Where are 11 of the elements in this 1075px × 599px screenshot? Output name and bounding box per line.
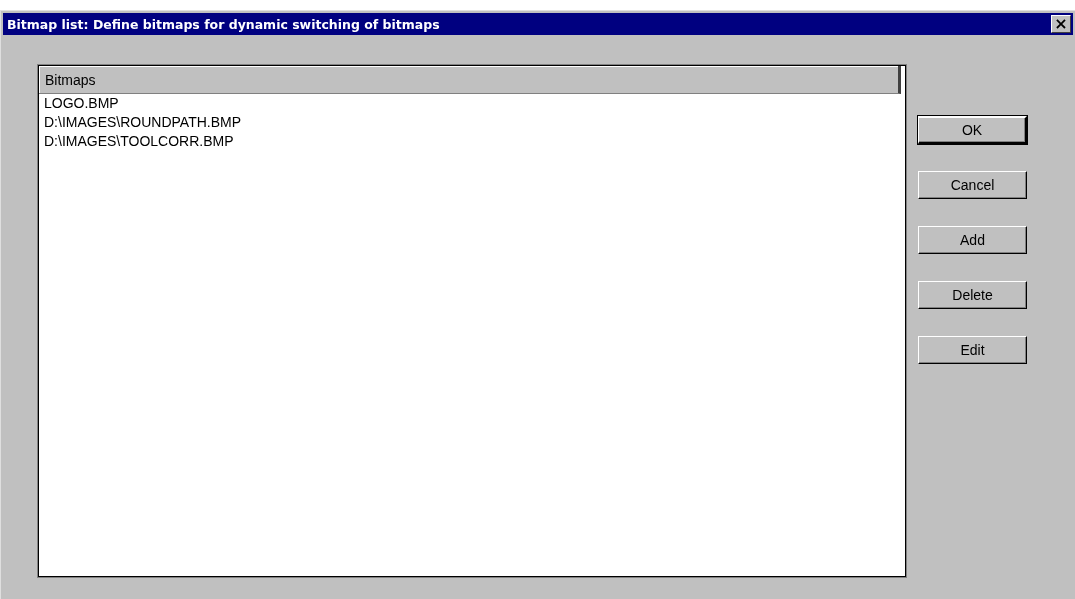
dialog-button[interactable]: OK [918,116,1027,144]
window-title: Bitmap list: Define bitmaps for dynamic switching of bitmaps [7,16,440,32]
column-header[interactable]: Bitmaps [39,66,901,94]
dialog-button[interactable]: Cancel [918,171,1027,199]
dialog-button[interactable]: Delete [918,281,1027,309]
dialog-button[interactable]: Add [918,226,1027,254]
dialog-button[interactable]: Edit [918,336,1027,364]
close-button[interactable]: × [1051,15,1071,33]
list-item[interactable]: D:\IMAGES\ROUNDPATH.BMP [39,113,905,132]
list-item[interactable]: D:\IMAGES\TOOLCORR.BMP [39,132,905,151]
list-item[interactable]: LOGO.BMP [39,94,905,113]
